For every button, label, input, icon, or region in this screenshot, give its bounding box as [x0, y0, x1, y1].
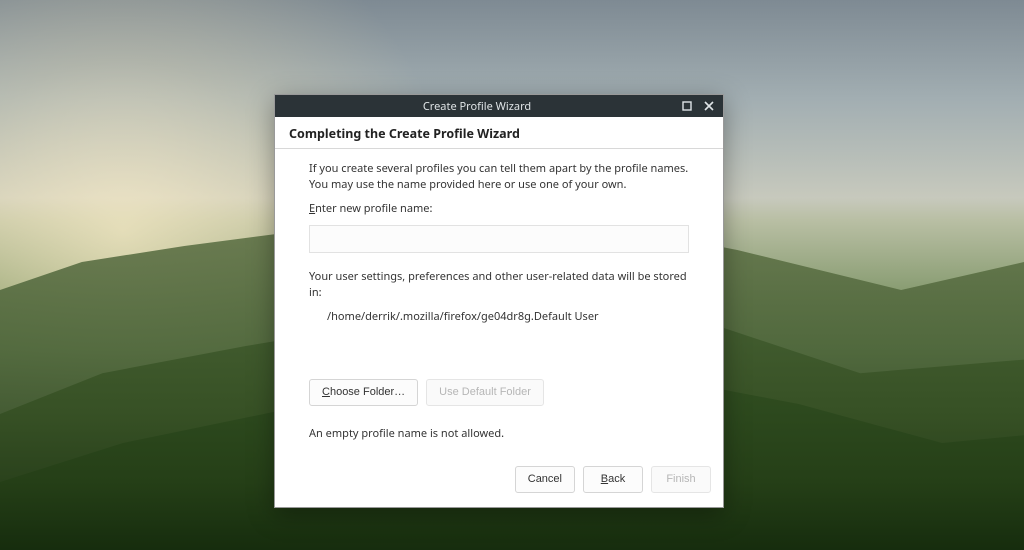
wizard-heading: Completing the Create Profile Wizard: [275, 117, 723, 149]
wizard-footer: Cancel Back Finish: [275, 458, 723, 507]
titlebar[interactable]: Create Profile Wizard: [275, 95, 723, 117]
wizard-body: If you create several profiles you can t…: [275, 149, 723, 458]
back-button[interactable]: Back: [583, 466, 643, 493]
storage-note: Your user settings, preferences and othe…: [309, 269, 689, 301]
cancel-button[interactable]: Cancel: [515, 466, 575, 493]
maximize-icon[interactable]: [679, 98, 695, 114]
validation-message: An empty profile name is not allowed.: [309, 426, 689, 442]
storage-path: /home/derrik/.mozilla/firefox/ge04dr8g.D…: [309, 309, 689, 325]
create-profile-wizard-window: Create Profile Wizard Completing the Cre…: [274, 94, 724, 508]
finish-button: Finish: [651, 466, 711, 493]
profile-name-label: Enter new profile name:: [309, 201, 689, 217]
choose-folder-button[interactable]: Choose Folder…: [309, 379, 418, 406]
window-title: Create Profile Wizard: [281, 99, 673, 114]
desktop-wallpaper: Create Profile Wizard Completing the Cre…: [0, 0, 1024, 550]
intro-text: If you create several profiles you can t…: [309, 161, 689, 193]
profile-name-input[interactable]: [309, 225, 689, 253]
close-icon[interactable]: [701, 98, 717, 114]
use-default-folder-button: Use Default Folder: [426, 379, 544, 406]
folder-button-row: Choose Folder… Use Default Folder: [309, 379, 689, 406]
